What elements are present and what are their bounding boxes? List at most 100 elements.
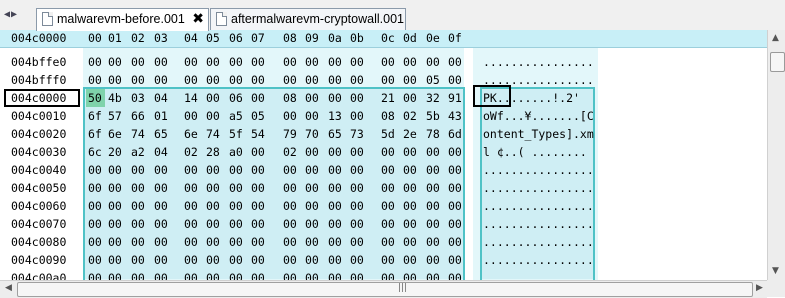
tab-malwarevm-before[interactable]: malwarevm-before.001 ✖ [36, 8, 209, 31]
hex-byte[interactable]: 00 [283, 217, 297, 231]
hex-byte[interactable]: 4b [108, 91, 122, 105]
hex-byte[interactable]: 00 [426, 145, 440, 159]
hex-byte[interactable]: 00 [305, 199, 319, 213]
row-offset[interactable]: 004c0070 [11, 217, 66, 231]
hex-byte[interactable]: 00 [206, 109, 220, 123]
ascii-text[interactable]: ................ [483, 235, 594, 249]
hex-byte[interactable]: 00 [283, 199, 297, 213]
hex-byte[interactable]: 00 [328, 235, 342, 249]
hex-byte[interactable]: 05 [251, 109, 265, 123]
hex-byte[interactable]: 00 [403, 271, 417, 280]
hex-byte[interactable]: 00 [381, 199, 395, 213]
hex-byte[interactable]: 00 [88, 235, 102, 249]
hex-byte[interactable]: 00 [131, 55, 145, 69]
hex-byte[interactable]: 08 [283, 91, 297, 105]
hex-byte[interactable]: 00 [403, 217, 417, 231]
hex-byte[interactable]: 00 [108, 253, 122, 267]
hex-byte[interactable]: 00 [381, 73, 395, 87]
hex-byte[interactable]: 00 [381, 163, 395, 177]
hex-byte[interactable]: 00 [206, 55, 220, 69]
hex-byte[interactable]: 00 [108, 73, 122, 87]
hex-byte[interactable]: 20 [108, 145, 122, 159]
ascii-text[interactable]: ontent_Types].xm [483, 127, 594, 141]
hex-byte[interactable]: 00 [88, 163, 102, 177]
hex-byte[interactable]: 00 [350, 235, 364, 249]
hex-byte[interactable]: 00 [305, 163, 319, 177]
horizontal-scroll-thumb[interactable]: ||| [17, 282, 753, 297]
hex-byte[interactable]: 00 [328, 55, 342, 69]
hex-byte[interactable]: 00 [305, 235, 319, 249]
hex-byte[interactable]: 00 [229, 73, 243, 87]
hex-byte[interactable]: 03 [131, 91, 145, 105]
hex-byte[interactable]: 00 [403, 91, 417, 105]
hex-byte[interactable]: 00 [305, 217, 319, 231]
scroll-left-icon[interactable]: ◀ [5, 283, 12, 293]
hex-byte[interactable]: 00 [251, 217, 265, 231]
hex-byte[interactable]: 00 [108, 235, 122, 249]
hex-byte[interactable]: 00 [283, 163, 297, 177]
hex-byte[interactable]: 00 [381, 55, 395, 69]
hex-byte[interactable]: 00 [283, 181, 297, 195]
hex-byte[interactable]: 00 [448, 271, 462, 280]
ascii-text[interactable]: ................ [483, 217, 594, 231]
hex-byte[interactable]: 00 [328, 73, 342, 87]
hex-byte[interactable]: 00 [251, 253, 265, 267]
hex-byte[interactable]: 00 [206, 91, 220, 105]
ascii-text[interactable]: ................ [483, 163, 594, 177]
hex-byte[interactable]: 00 [350, 145, 364, 159]
scroll-down-icon[interactable]: ▼ [772, 266, 779, 276]
hex-byte[interactable]: 32 [426, 91, 440, 105]
hex-byte[interactable]: 02 [283, 145, 297, 159]
hex-byte[interactable]: 00 [184, 73, 198, 87]
ascii-text[interactable]: ................ [483, 181, 594, 195]
hex-byte[interactable]: 00 [131, 199, 145, 213]
ascii-text[interactable]: ................ [483, 55, 594, 69]
hex-byte[interactable]: 00 [403, 181, 417, 195]
hex-byte[interactable]: 2e [403, 127, 417, 141]
hex-byte[interactable]: 00 [88, 271, 102, 280]
hex-byte[interactable]: 00 [229, 163, 243, 177]
hex-byte[interactable]: 00 [131, 73, 145, 87]
row-offset[interactable]: 004c0030 [11, 145, 66, 159]
hex-byte[interactable]: 00 [448, 217, 462, 231]
hex-byte[interactable]: 00 [206, 199, 220, 213]
hex-byte[interactable]: 00 [328, 199, 342, 213]
hex-byte[interactable]: 00 [131, 217, 145, 231]
hex-byte[interactable]: a2 [131, 145, 145, 159]
hex-byte[interactable]: 00 [350, 199, 364, 213]
hex-byte[interactable]: 00 [328, 163, 342, 177]
hex-byte[interactable]: 00 [108, 199, 122, 213]
hex-byte[interactable]: 28 [206, 145, 220, 159]
hex-byte[interactable]: 00 [154, 199, 168, 213]
hex-byte[interactable]: 00 [350, 253, 364, 267]
hex-byte[interactable]: 00 [426, 235, 440, 249]
hex-byte[interactable]: 00 [328, 271, 342, 280]
hex-byte[interactable]: 00 [283, 73, 297, 87]
hex-byte[interactable]: 00 [206, 253, 220, 267]
hex-byte[interactable]: 00 [154, 217, 168, 231]
hex-byte[interactable]: 00 [283, 55, 297, 69]
hex-byte[interactable]: 00 [251, 181, 265, 195]
hex-byte[interactable]: 00 [283, 271, 297, 280]
hex-byte[interactable]: 00 [350, 55, 364, 69]
hex-byte[interactable]: 13 [328, 109, 342, 123]
hex-byte[interactable]: 00 [403, 235, 417, 249]
row-offset[interactable]: 004c0010 [11, 109, 66, 123]
hex-byte[interactable]: 65 [328, 127, 342, 141]
hex-byte[interactable]: 79 [283, 127, 297, 141]
hex-byte[interactable]: 00 [403, 199, 417, 213]
hex-byte[interactable]: 00 [403, 163, 417, 177]
hex-byte[interactable]: 00 [448, 235, 462, 249]
hex-byte[interactable]: a5 [229, 109, 243, 123]
hex-byte[interactable]: 05 [426, 73, 440, 87]
hex-byte[interactable]: 00 [229, 253, 243, 267]
hex-byte[interactable]: 00 [184, 163, 198, 177]
hex-byte[interactable]: 5d [381, 127, 395, 141]
hex-byte[interactable]: 00 [448, 199, 462, 213]
scroll-right-icon[interactable]: ▶ [756, 283, 763, 293]
hex-byte[interactable]: 00 [426, 163, 440, 177]
hex-byte[interactable]: 00 [283, 109, 297, 123]
hex-byte[interactable]: 00 [328, 181, 342, 195]
hex-byte[interactable]: 66 [131, 109, 145, 123]
tab-aftermalwarevm-cryptowall[interactable]: aftermalwarevm-cryptowall.001 [210, 8, 406, 30]
